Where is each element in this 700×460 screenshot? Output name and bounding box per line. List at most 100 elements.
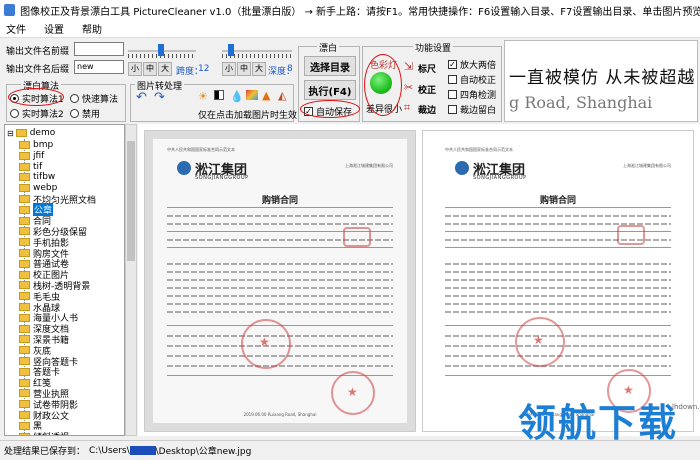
- rotate-right-icon[interactable]: ↷: [154, 90, 165, 105]
- folder-icon: [19, 162, 30, 171]
- red-stamp-small: [617, 225, 645, 245]
- folder-icon: [19, 378, 30, 387]
- contrast-icon[interactable]: [214, 90, 224, 100]
- correct-icon[interactable]: ✂: [404, 81, 413, 94]
- status-path-end: \Desktop\公章new.jpg: [155, 447, 252, 457]
- depth-medium-button[interactable]: 中: [237, 62, 251, 76]
- menu-settings[interactable]: 设置: [44, 21, 64, 36]
- menu-file[interactable]: 文件: [6, 21, 26, 36]
- check-corner-detect[interactable]: 四角检测: [448, 88, 496, 101]
- suffix-input[interactable]: new: [74, 60, 124, 74]
- select-dir-button[interactable]: 选择目录: [304, 56, 356, 76]
- window-title: 图像校正及背景漂白工具 PictureCleaner v1.0（批量漂白版） →…: [20, 6, 700, 18]
- folder-icon: [19, 421, 30, 430]
- check-auto-correct[interactable]: 自动校正: [448, 73, 496, 86]
- span-small-button[interactable]: 小: [128, 62, 142, 76]
- depth-value: 8: [287, 64, 293, 74]
- span-medium-button[interactable]: 中: [143, 62, 157, 76]
- radio-disabled[interactable]: 禁用: [70, 107, 100, 120]
- ruler-icon[interactable]: ⇲: [404, 60, 413, 73]
- image-ops-hint: 仅在点击加载图片时生效: [198, 111, 298, 121]
- bleach-title: 漂白: [317, 41, 340, 54]
- folder-icon: [19, 335, 30, 344]
- depth-slider[interactable]: [222, 44, 292, 58]
- checkbox-box: [448, 105, 457, 114]
- cone-icon[interactable]: ◭: [278, 89, 286, 102]
- radio-fast[interactable]: 快速算法: [70, 92, 118, 105]
- status-bar: 处理结果已保存到： C:\Users\ \Desktop\公章new.jpg: [0, 440, 700, 460]
- folder-icon: [19, 205, 30, 214]
- folder-icon: [19, 357, 30, 365]
- crop-button[interactable]: 裁边: [418, 103, 436, 116]
- seal-star-icon: ★: [259, 335, 270, 349]
- folder-icon: [19, 400, 30, 409]
- depth-slider-thumb[interactable]: [228, 44, 234, 56]
- depth-small-button[interactable]: 小: [222, 62, 236, 76]
- image-compare-area[interactable]: 中共人民共和国国家标准合同示范文本 淞江集团 SONGJIANGGROUP 上海…: [138, 124, 700, 436]
- span-slider-thumb[interactable]: [158, 44, 164, 56]
- company-name: 上海淞江城建集团有限公司: [623, 163, 671, 168]
- folder-icon: [19, 151, 30, 160]
- tree-item[interactable]: 倾斜透视: [19, 431, 69, 435]
- processed-document[interactable]: 中共人民共和国国家标准合同示范文本 淞江集团 SONGJIANGGROUP 上海…: [422, 130, 694, 432]
- folder-icon: [19, 141, 30, 149]
- folder-icon: [19, 249, 30, 257]
- folder-icon: [19, 313, 30, 322]
- radio-dot: [70, 94, 79, 103]
- folder-icon: [19, 292, 30, 301]
- watermark-text: 领航下载: [518, 401, 679, 445]
- menu-help[interactable]: 帮助: [82, 21, 102, 36]
- crop-icon[interactable]: ⌗: [404, 101, 410, 115]
- color-icon[interactable]: [246, 90, 258, 100]
- check-double-size[interactable]: ✓ 放大两倍: [448, 58, 496, 71]
- ruler-button[interactable]: 标尺: [418, 62, 436, 75]
- span-large-button[interactable]: 大: [158, 62, 172, 76]
- droplet-icon[interactable]: 💧: [230, 90, 244, 103]
- doc-header: 中共人民共和国国家标准合同示范文本: [167, 147, 235, 152]
- folder-tree[interactable]: ⊟ demo bmp jfif tif tifbw webp 不均匀光照文档 公章 合同 彩色分…: [4, 124, 125, 436]
- doc-footer: 2019.06.00 Ruixang Road, Shanghai: [243, 412, 317, 417]
- folder-icon: [19, 184, 30, 193]
- scrollbar-thumb[interactable]: [127, 141, 135, 261]
- folder-icon: [19, 173, 30, 182]
- checkbox-box: [448, 75, 457, 84]
- check-crop-margin[interactable]: 裁边留白: [448, 103, 496, 116]
- folder-icon: [19, 195, 30, 203]
- watermark-site: lhdown.com: [672, 403, 700, 411]
- zoom-preview: 一直被模仿 从未被超越 g Road, Shanghai: [504, 40, 698, 122]
- depth-large-button[interactable]: 大: [252, 62, 266, 76]
- folder-icon: [15, 129, 27, 137]
- suffix-label: 输出文件名后缀: [6, 65, 70, 75]
- folder-icon: [19, 270, 30, 279]
- company-name: 上海淞江城建集团有限公司: [345, 163, 393, 168]
- features-title: 功能设置: [413, 41, 454, 54]
- correct-button[interactable]: 校正: [418, 83, 436, 96]
- tree-root[interactable]: ⊟ demo: [7, 127, 55, 139]
- folder-icon: [19, 259, 30, 268]
- execute-button[interactable]: 执行(F4): [304, 80, 356, 100]
- collapse-icon[interactable]: ⊟: [7, 129, 14, 138]
- doc-header: 中共人民共和国国家标准合同示范文本: [445, 147, 513, 152]
- folder-icon: [19, 324, 30, 333]
- triangle-icon[interactable]: ▲: [262, 89, 270, 102]
- title-bar: 图像校正及背景漂白工具 PictureCleaner v1.0（批量漂白版） →…: [0, 0, 700, 20]
- company-logo-icon: [177, 161, 191, 175]
- original-document[interactable]: 中共人民共和国国家标准合同示范文本 淞江集团 SONGJIANGGROUP 上海…: [144, 130, 416, 432]
- checkbox-box: [448, 90, 457, 99]
- folder-icon: [19, 432, 30, 435]
- status-prefix: 处理结果已保存到：: [4, 447, 86, 457]
- folder-icon: [19, 216, 30, 225]
- company-logo-icon: [455, 161, 469, 175]
- highlight-circle-light: [364, 54, 402, 116]
- radio-dot: [10, 109, 19, 118]
- doc-title: 购销合同: [261, 196, 298, 206]
- tree-scrollbar[interactable]: [125, 124, 137, 436]
- logo-subtext: SONGJIANGGROUP: [195, 175, 249, 181]
- brightness-icon[interactable]: ☀: [198, 90, 208, 103]
- folder-icon: [19, 303, 30, 311]
- span-slider[interactable]: [128, 44, 196, 58]
- radio-realtime-2[interactable]: 实时算法2: [10, 107, 64, 120]
- rotate-left-icon[interactable]: ↶: [136, 90, 147, 105]
- prefix-input[interactable]: [74, 42, 124, 56]
- folder-icon: [19, 367, 30, 376]
